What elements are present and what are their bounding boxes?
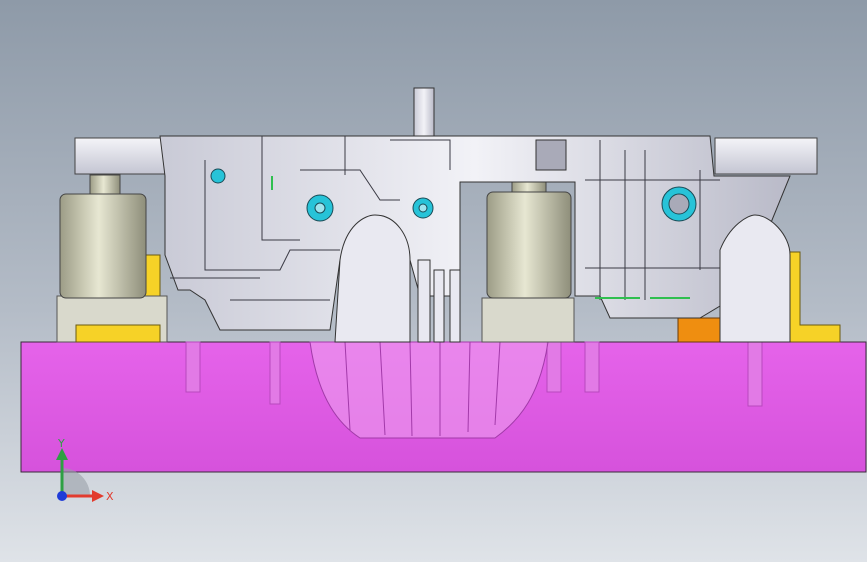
right-insert-orange[interactable] — [677, 317, 723, 343]
punch-cavity — [309, 341, 549, 439]
graphics-viewport[interactable] — [0, 0, 867, 562]
top-stud[interactable] — [413, 87, 435, 137]
mid-slab — [481, 297, 575, 343]
guide-pillar-middle[interactable] — [486, 171, 572, 299]
coordinate-triad: Y X — [56, 438, 114, 503]
z-axis-dot — [57, 491, 67, 501]
x-axis-arrowhead — [92, 490, 104, 502]
triad-plane-indicator — [62, 468, 90, 496]
left-guide-yellow — [75, 324, 161, 343]
top-stud-cap — [535, 139, 567, 171]
y-axis-label: Y — [57, 438, 65, 450]
x-axis-label: X — [106, 490, 114, 503]
guide-pillar-left[interactable] — [59, 174, 147, 299]
top-clamp-plate-left[interactable] — [74, 137, 166, 175]
upper-die-body[interactable] — [159, 135, 791, 331]
bolt-hole-right — [661, 186, 697, 222]
top-clamp-plate-right[interactable] — [714, 137, 818, 175]
